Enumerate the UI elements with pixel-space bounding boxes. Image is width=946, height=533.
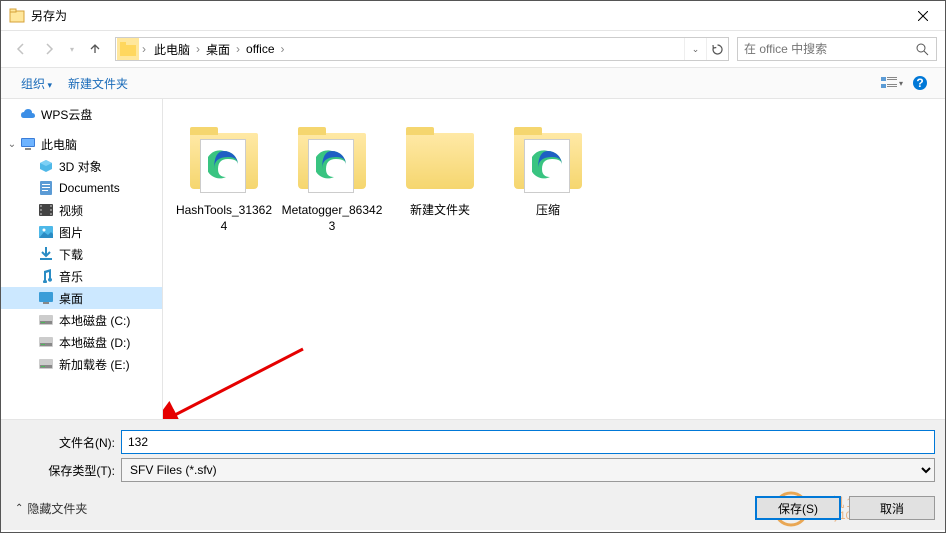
tree-label: 音乐 bbox=[59, 268, 83, 285]
cancel-button[interactable]: 取消 bbox=[849, 496, 935, 520]
tree-item-wps[interactable]: WPS云盘 bbox=[1, 103, 162, 125]
breadcrumb[interactable]: › 此电脑 › 桌面 › office › ⌄ bbox=[115, 37, 729, 61]
organize-menu[interactable]: 组织 bbox=[13, 71, 60, 96]
tree-item-desktop[interactable]: 桌面 bbox=[1, 287, 162, 309]
search-button[interactable] bbox=[908, 38, 936, 60]
edge-icon bbox=[316, 149, 348, 181]
tree-item[interactable]: 本地磁盘 (D:) bbox=[1, 331, 162, 353]
collapse-icon[interactable]: ⌄ bbox=[5, 139, 19, 150]
forward-button[interactable] bbox=[37, 37, 61, 61]
disk-icon bbox=[37, 355, 55, 373]
search-input[interactable] bbox=[738, 42, 908, 56]
arrow-right-icon bbox=[41, 41, 57, 57]
tree-label: 本地磁盘 (D:) bbox=[59, 334, 130, 351]
view-button[interactable]: ▾ bbox=[879, 71, 905, 95]
downloads-icon bbox=[37, 245, 55, 263]
chevron-right-icon: › bbox=[234, 42, 242, 56]
tree-label: 图片 bbox=[59, 224, 83, 241]
view-icon bbox=[881, 76, 897, 90]
music-icon bbox=[37, 267, 55, 285]
file-label: HashTools_313624 bbox=[173, 203, 275, 234]
search-box[interactable] bbox=[737, 37, 937, 61]
chevron-right-icon: › bbox=[194, 42, 202, 56]
tree-label: 视频 bbox=[59, 202, 83, 219]
help-icon: ? bbox=[912, 75, 928, 91]
recent-button[interactable]: ▾ bbox=[65, 37, 79, 61]
arrow-left-icon bbox=[13, 41, 29, 57]
save-button[interactable]: 保存(S) bbox=[755, 496, 841, 520]
back-button[interactable] bbox=[9, 37, 33, 61]
hide-folders-label: 隐藏文件夹 bbox=[27, 500, 87, 517]
tree-item[interactable]: 本地磁盘 (C:) bbox=[1, 309, 162, 331]
new-folder-button[interactable]: 新建文件夹 bbox=[60, 71, 136, 96]
edge-icon bbox=[532, 149, 564, 181]
tree-item[interactable]: 新加载卷 (E:) bbox=[1, 353, 162, 375]
tree-label: WPS云盘 bbox=[41, 106, 92, 123]
close-button[interactable] bbox=[900, 1, 945, 31]
file-view[interactable]: HashTools_313624 Metatogger_863423 新建文件夹… bbox=[163, 99, 945, 419]
folder-icon bbox=[117, 38, 139, 60]
breadcrumb-item[interactable]: 桌面 bbox=[202, 41, 234, 58]
refresh-button[interactable] bbox=[706, 38, 728, 60]
tree-item[interactable]: 图片 bbox=[1, 221, 162, 243]
sidebar: WPS云盘 ⌄ 此电脑 3D 对象 Documents 视频 图片 下载 音乐 … bbox=[1, 99, 163, 419]
file-item[interactable]: HashTools_313624 bbox=[171, 111, 277, 238]
file-label: Metatogger_863423 bbox=[281, 203, 383, 234]
filetype-select[interactable]: SFV Files (*.sfv) bbox=[121, 458, 935, 482]
desktop-icon bbox=[37, 289, 55, 307]
file-label: 新建文件夹 bbox=[410, 203, 470, 219]
file-item[interactable]: Metatogger_863423 bbox=[279, 111, 385, 238]
tree-label: 此电脑 bbox=[41, 136, 77, 153]
tree-label: 下载 bbox=[59, 246, 83, 263]
chevron-right-icon: › bbox=[140, 42, 148, 56]
pictures-icon bbox=[37, 223, 55, 241]
tree-item[interactable]: Documents bbox=[1, 177, 162, 199]
breadcrumb-dropdown[interactable]: ⌄ bbox=[684, 38, 706, 60]
tree-item[interactable]: 视频 bbox=[1, 199, 162, 221]
file-item[interactable]: 新建文件夹 bbox=[387, 111, 493, 223]
disk-icon bbox=[37, 311, 55, 329]
tree-label: 本地磁盘 (C:) bbox=[59, 312, 130, 329]
pc-icon bbox=[19, 135, 37, 153]
video-icon bbox=[37, 201, 55, 219]
svg-text:?: ? bbox=[916, 76, 923, 90]
help-button[interactable]: ? bbox=[907, 71, 933, 95]
documents-icon bbox=[37, 179, 55, 197]
filename-input[interactable] bbox=[121, 430, 935, 454]
edge-icon bbox=[208, 149, 240, 181]
filename-label: 文件名(N): bbox=[11, 434, 121, 451]
tree-label: Documents bbox=[59, 181, 120, 195]
breadcrumb-item[interactable]: 此电脑 bbox=[150, 41, 194, 58]
close-icon bbox=[918, 11, 928, 21]
file-label: 压缩 bbox=[536, 203, 560, 219]
app-icon bbox=[9, 8, 25, 24]
tree-item[interactable]: 音乐 bbox=[1, 265, 162, 287]
disk-icon bbox=[37, 333, 55, 351]
filetype-label: 保存类型(T): bbox=[11, 462, 121, 479]
chevron-up-icon: ⌃ bbox=[15, 503, 23, 514]
breadcrumb-item[interactable]: office bbox=[242, 42, 278, 56]
tree-item[interactable]: 下载 bbox=[1, 243, 162, 265]
up-button[interactable] bbox=[83, 37, 107, 61]
tree-item[interactable]: 3D 对象 bbox=[1, 155, 162, 177]
arrow-up-icon bbox=[87, 41, 103, 57]
chevron-right-icon: › bbox=[279, 42, 287, 56]
annotation-arrow bbox=[163, 339, 313, 419]
tree-label: 新加载卷 (E:) bbox=[59, 356, 130, 373]
file-item[interactable]: 压缩 bbox=[495, 111, 601, 223]
3d-icon bbox=[37, 157, 55, 175]
tree-item-thispc[interactable]: ⌄ 此电脑 bbox=[1, 133, 162, 155]
refresh-icon bbox=[711, 43, 724, 56]
window-title: 另存为 bbox=[31, 7, 900, 24]
tree-label: 3D 对象 bbox=[59, 158, 102, 175]
tree-label: 桌面 bbox=[59, 290, 83, 307]
hide-folders-button[interactable]: ⌃ 隐藏文件夹 bbox=[11, 500, 87, 517]
search-icon bbox=[916, 43, 929, 56]
cloud-icon bbox=[19, 105, 37, 123]
